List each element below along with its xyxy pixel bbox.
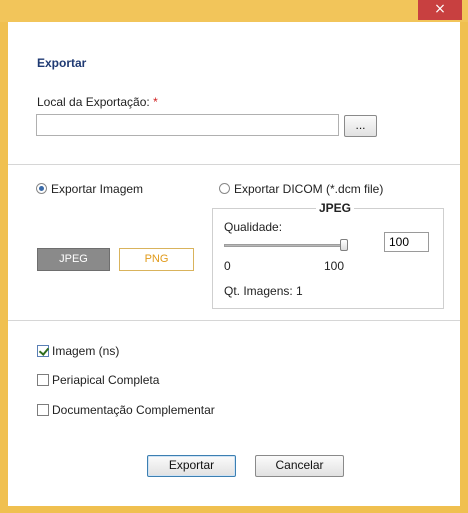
radio-export-dicom-label: Exportar DICOM (*.dcm file) (234, 182, 384, 196)
format-jpeg-button[interactable]: JPEG (37, 248, 110, 271)
option-label: Documentação Complementar (52, 403, 215, 417)
quality-slider[interactable] (224, 239, 350, 253)
dialog-frame: × Exportar Local da Exportação: * ... Ex… (0, 0, 468, 513)
radio-circle[interactable] (36, 183, 47, 194)
jpeg-settings-group: JPEG Qualidade: 0 100 Qt. Imagens: 1 (212, 201, 444, 309)
browse-button[interactable]: ... (344, 115, 377, 137)
checkmark-icon (38, 345, 50, 356)
slider-track (224, 244, 348, 247)
quality-label: Qualidade: (224, 220, 283, 234)
image-count-label: Qt. Imagens: (224, 284, 293, 298)
radio-selected-dot (39, 186, 44, 191)
slider-thumb[interactable] (340, 239, 348, 251)
cancel-button[interactable]: Cancelar (255, 455, 344, 477)
checkbox[interactable] (37, 374, 49, 386)
divider (8, 320, 460, 321)
location-label: Local da Exportação: * (37, 95, 158, 109)
slider-max-label: 100 (324, 259, 345, 273)
jpeg-group-legend: JPEG (316, 201, 355, 215)
radio-circle[interactable] (219, 183, 230, 194)
export-location-input[interactable] (36, 114, 339, 136)
section-title: Exportar (37, 56, 87, 70)
format-png-button[interactable]: PNG (119, 248, 194, 271)
option-label: Imagem (ns) (52, 344, 120, 358)
checkbox[interactable] (37, 404, 49, 416)
quality-value-input[interactable] (384, 232, 429, 252)
slider-min-label: 0 (224, 259, 231, 273)
divider (8, 164, 460, 165)
export-button[interactable]: Exportar (147, 455, 236, 477)
close-icon: × (434, 1, 446, 17)
option-label: Periapical Completa (52, 373, 160, 387)
title-bar[interactable]: × (0, 0, 468, 22)
image-count: Qt. Imagens: 1 (224, 284, 303, 298)
required-marker: * (153, 95, 158, 109)
dialog-body: Exportar Local da Exportação: * ... Expo… (8, 22, 460, 506)
location-label-text: Local da Exportação: (37, 95, 150, 109)
close-button[interactable]: × (418, 0, 462, 20)
checkbox[interactable] (37, 345, 50, 357)
image-count-value: 1 (296, 284, 303, 298)
radio-export-image-label: Exportar Imagem (51, 182, 144, 196)
